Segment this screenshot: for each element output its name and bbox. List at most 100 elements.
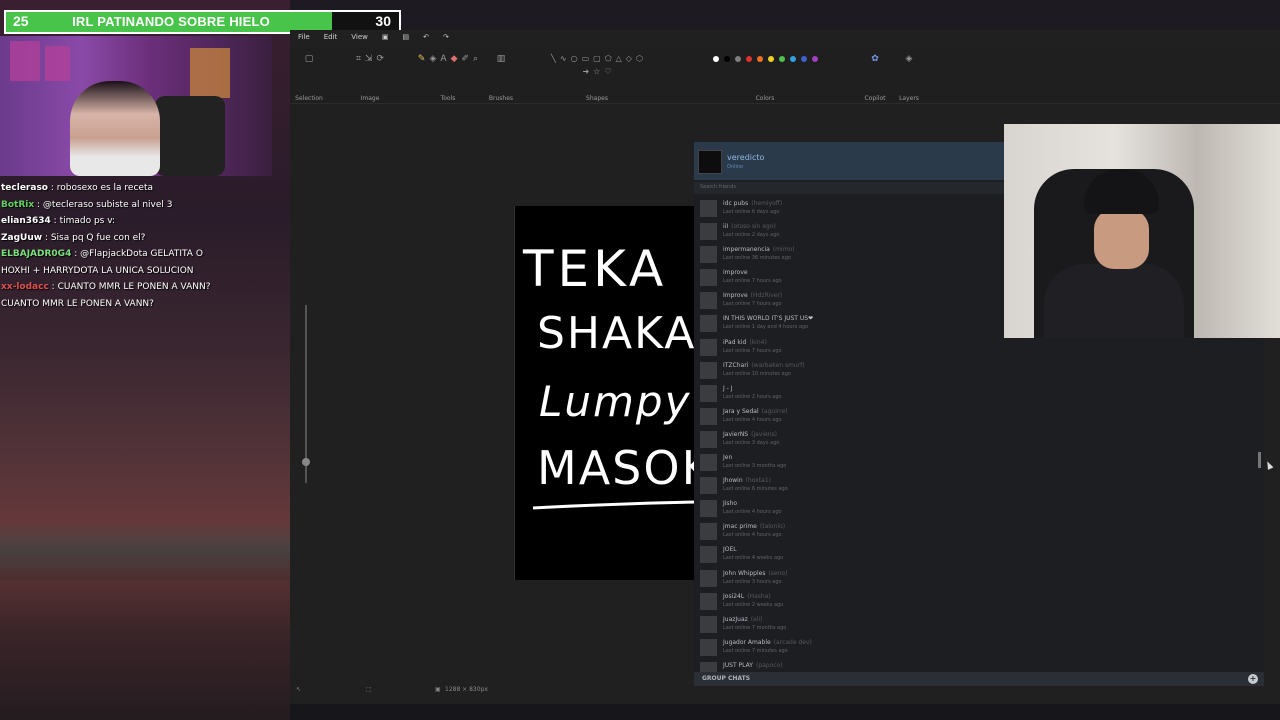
- color-swatch[interactable]: [756, 56, 763, 62]
- friend-row[interactable]: John Whipples (seno) Last online 3 hours a…: [698, 567, 998, 590]
- scrollbar-handle[interactable]: [1258, 452, 1261, 468]
- chat-username[interactable]: ELBAJADR0G4: [1, 249, 71, 259]
- color-swatch[interactable]: [789, 56, 796, 62]
- friend-row[interactable]: Jhowin (hoxta1) Last online 6 minutes ago: [698, 474, 998, 497]
- group-chats-label: GROUP CHATS: [702, 675, 751, 682]
- chat-username[interactable]: BotRix: [1, 200, 34, 210]
- friend-avatar: [700, 454, 717, 472]
- friend-row[interactable]: idc pubs (hemiyoff) Last online 6 days ago: [698, 197, 998, 220]
- copilot-icon[interactable]: ✿: [871, 54, 879, 64]
- ribbon-group-selection[interactable]: ▢ Selection: [290, 46, 328, 104]
- friend-row[interactable]: iiI (otoso sin ego) Last online 2 days ago: [698, 220, 998, 243]
- ribbon-group-tools[interactable]: ✎ ◈ A ◆ ✐ ⌕ Tools: [414, 46, 482, 104]
- friend-row[interactable]: ITZChari (warbaken smurf) Last online 10 m…: [698, 359, 998, 382]
- star-shape-icon[interactable]: ☆: [593, 67, 600, 76]
- layers-icon[interactable]: ◈: [906, 54, 913, 64]
- redo-icon[interactable]: ↷: [443, 30, 449, 44]
- friend-status: Last online 3 months ago: [723, 463, 787, 470]
- friend-row[interactable]: Jisho Last online 4 hours ago: [698, 497, 998, 520]
- menu-view[interactable]: View: [351, 30, 368, 44]
- group-chats-header[interactable]: GROUP CHATS +: [694, 672, 1264, 686]
- chat-text: CUANTO MMR LE PONEN A VANN?: [1, 298, 154, 309]
- color-swatch[interactable]: [811, 56, 818, 62]
- selection-icon[interactable]: ▢: [305, 54, 314, 64]
- pencil-icon[interactable]: ✎: [418, 54, 426, 64]
- friend-avatar: [700, 292, 717, 310]
- overlay-volume-slider-track[interactable]: [305, 305, 307, 483]
- ribbon-group-image[interactable]: ⌗ ⇲ ⟳ Image: [330, 46, 410, 104]
- chat-username[interactable]: tecleraso: [1, 183, 48, 193]
- ribbon-label-copilot: Copilot: [864, 95, 886, 102]
- underline-stroke: [532, 500, 695, 510]
- friends-header[interactable]: veredicto Online: [694, 142, 1004, 180]
- friends-search-input[interactable]: Search friends: [694, 182, 1004, 194]
- eraser-icon[interactable]: ◆: [451, 54, 458, 64]
- hexagon-shape-icon[interactable]: ⬡: [636, 54, 643, 63]
- heart-shape-icon[interactable]: ♡: [604, 67, 611, 76]
- overlay-volume-slider-thumb[interactable]: [302, 458, 310, 466]
- arrow-shape-icon[interactable]: ➜: [582, 67, 589, 76]
- ribbon-group-brushes[interactable]: ▥ Brushes: [486, 46, 516, 104]
- color-swatch[interactable]: [723, 56, 730, 62]
- friend-row[interactable]: Josi24L (Hasha) Last online 2 weeks ago: [698, 590, 998, 613]
- brush-icon[interactable]: ▥: [497, 54, 506, 64]
- menu-edit[interactable]: Edit: [324, 30, 338, 44]
- friend-display-name: Jara y Sedal: [723, 407, 759, 415]
- ribbon-group-shapes[interactable]: ╲ ∿ ○ ▭ ▢ ⬠ △ ◇ ⬡ ➜ ☆ ♡ Shapes: [522, 46, 672, 104]
- friend-nickname: (arcade dev): [773, 638, 812, 646]
- fill-icon[interactable]: ◈: [429, 54, 436, 64]
- magnifier-icon[interactable]: ⌕: [473, 54, 478, 64]
- ribbon-group-colors[interactable]: Colors: [676, 46, 854, 104]
- chat-username[interactable]: xx-lodacc: [1, 282, 49, 292]
- color-picker-icon[interactable]: ✐: [461, 54, 469, 64]
- oval-shape-icon[interactable]: ○: [571, 54, 578, 63]
- ribbon-group-copilot[interactable]: ✿ Copilot: [858, 46, 892, 104]
- friend-row[interactable]: iPad kid (kin4) Last online 7 hours ago: [698, 336, 998, 359]
- resize-icon[interactable]: ⇲: [365, 54, 373, 64]
- color-swatch[interactable]: [734, 56, 741, 62]
- friend-row[interactable]: JuazJuaz (eli) Last online 7 months ago: [698, 613, 998, 636]
- color-palette[interactable]: [685, 54, 845, 62]
- diamond-shape-icon[interactable]: ◇: [626, 54, 632, 63]
- chat-username[interactable]: elian3634: [1, 216, 51, 226]
- friend-row[interactable]: impermanencia (mimo) Last online 36 minute…: [698, 243, 998, 266]
- friend-row[interactable]: JavierNS (javiens) Last online 3 days ago: [698, 428, 998, 451]
- color-swatch[interactable]: [745, 56, 752, 62]
- friend-row[interactable]: jmac prime (talonlo) Last online 4 hours a…: [698, 520, 998, 543]
- menu-file[interactable]: File: [298, 30, 310, 44]
- undo-icon[interactable]: ↶: [423, 30, 429, 44]
- friend-row[interactable]: improve Last online 7 hours ago: [698, 266, 998, 289]
- rectangle-shape-icon[interactable]: ▭: [582, 54, 590, 63]
- color-swatch[interactable]: [767, 56, 774, 62]
- friend-row[interactable]: Improve (HdzRiver) Last online 7 hours ago: [698, 289, 998, 312]
- friend-list: idc pubs (hemiyoff) Last online 6 days ago…: [698, 197, 998, 682]
- color-swatch[interactable]: [712, 56, 719, 62]
- curve-shape-icon[interactable]: ∿: [560, 54, 567, 63]
- friend-row[interactable]: IN THIS WORLD IT'S JUST US❤ Last online 1…: [698, 312, 998, 335]
- add-group-chat-icon[interactable]: +: [1248, 674, 1258, 684]
- friend-row[interactable]: J - J Last online 2 hours ago: [698, 382, 998, 405]
- friend-avatar: [700, 200, 717, 217]
- line-shape-icon[interactable]: ╲: [551, 54, 556, 63]
- text-icon[interactable]: A: [440, 54, 446, 64]
- color-swatch[interactable]: [778, 56, 785, 62]
- crop-icon[interactable]: ⌗: [356, 54, 361, 64]
- polygon-shape-icon[interactable]: ⬠: [605, 54, 612, 63]
- friend-row[interactable]: Jen Last online 3 months ago: [698, 451, 998, 474]
- drawing-canvas[interactable]: TEKA SHAKA Lumpy MASOK: [514, 206, 695, 580]
- friend-name: J - J: [723, 385, 736, 392]
- color-swatch[interactable]: [800, 56, 807, 62]
- ribbon-label-colors: Colors: [755, 95, 775, 102]
- friend-row[interactable]: JOEL Last online 4 weeks ago: [698, 543, 998, 566]
- rounded-rect-shape-icon[interactable]: ▢: [593, 54, 601, 63]
- friend-row[interactable]: Jara y Sedal (aguirre) Last online 4 hours…: [698, 405, 998, 428]
- open-icon[interactable]: ▤: [403, 30, 410, 44]
- save-icon[interactable]: ▣: [382, 30, 389, 44]
- friend-nickname: (hemiyoff): [751, 200, 783, 207]
- friend-row[interactable]: Jugador Amable (arcade dev) Last online 7 …: [698, 636, 998, 659]
- triangle-shape-icon[interactable]: △: [616, 54, 622, 63]
- avatar[interactable]: [698, 150, 722, 174]
- rotate-icon[interactable]: ⟳: [377, 54, 385, 64]
- chat-username[interactable]: ZagUuw: [1, 233, 42, 243]
- ribbon-group-layers[interactable]: ◈ Layers: [894, 46, 924, 104]
